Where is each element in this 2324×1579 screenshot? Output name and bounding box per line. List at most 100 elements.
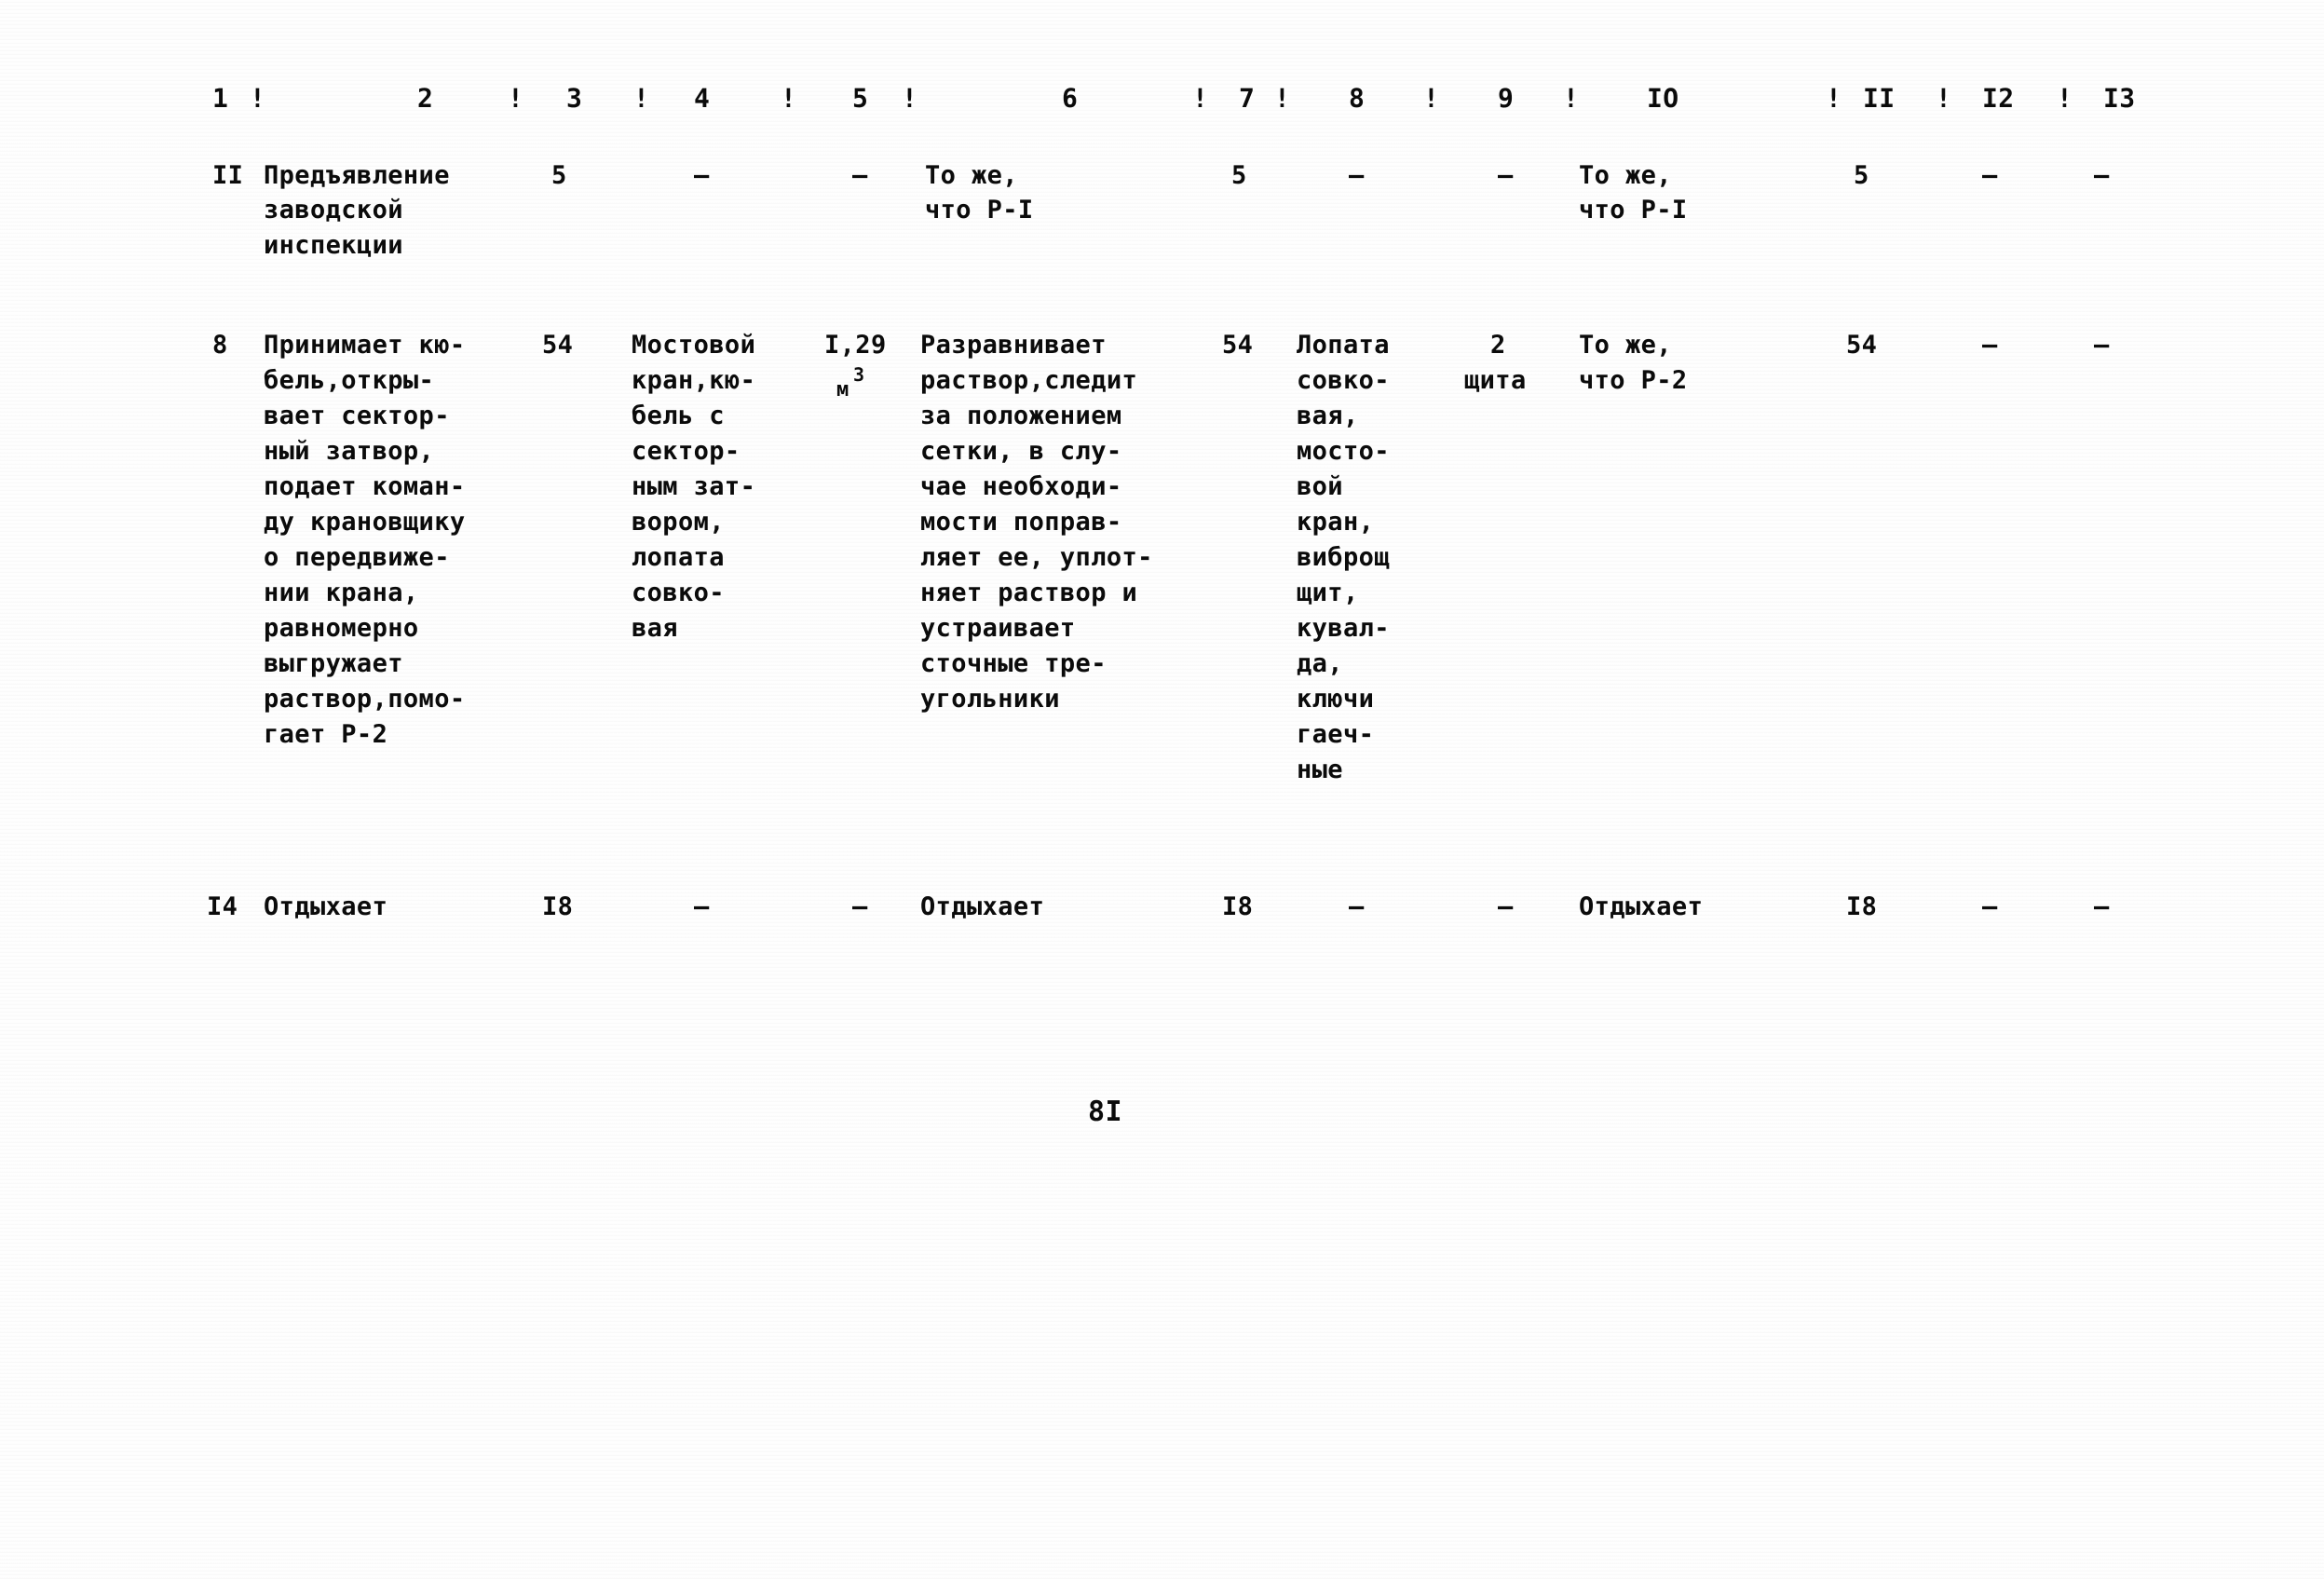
row-0-col-10-line-0: То же, [1579, 161, 1672, 190]
row-0-col-12: – [1982, 161, 1998, 190]
column-header-7: 7 [1239, 83, 1256, 114]
row-1-col-11: 54 [1846, 331, 1878, 360]
row-0-col-11: 5 [1854, 161, 1869, 190]
row-1-col-6-line-1: раствор,следит [920, 366, 1138, 395]
row-1-col-4-line-8: вая [632, 614, 678, 643]
row-0-col-1: II [212, 161, 244, 190]
row-1-col-2-line-6: о передвиже- [264, 543, 450, 572]
header-sep-10: ! [1826, 83, 1842, 114]
row-1-col-2-line-2: вает сектор- [264, 402, 450, 430]
row-1-col-8-line-3: мосто- [1297, 437, 1390, 466]
row-1-col-8-line-4: вой [1297, 472, 1343, 501]
column-header-1: 1 [212, 83, 229, 114]
row-1-col-8-line-6: виброщ [1297, 543, 1390, 572]
row-0-col-2-line-1: заводской [264, 196, 403, 225]
column-header-3: 3 [566, 83, 583, 114]
header-sep-7: ! [1274, 83, 1291, 114]
header-sep-8: ! [1423, 83, 1440, 114]
row-2-col-10-line-0: Отдыхает [1579, 892, 1704, 921]
row-1-col-6-line-10: угольники [920, 685, 1060, 714]
row-2-col-9: – [1498, 892, 1514, 921]
row-1-col-2-line-10: раствор,помо- [264, 685, 466, 714]
row-2-col-6-line-0: Отдыхает [920, 892, 1045, 921]
row-1-col-6-line-0: Разравнивает [920, 331, 1107, 360]
row-1-col-6-line-5: мости поправ- [920, 508, 1122, 537]
row-1-col-6-line-6: ляет ее, уплот- [920, 543, 1153, 572]
header-sep-4: ! [781, 83, 797, 114]
row-1-col-8-line-2: вая, [1297, 402, 1359, 430]
column-header-10: IO [1647, 83, 1679, 114]
header-sep-2: ! [508, 83, 524, 114]
row-2-col-13: – [2094, 892, 2110, 921]
header-sep-5: ! [902, 83, 918, 114]
row-1-col-6-line-4: чае необходи- [920, 472, 1122, 501]
row-0-col-5: – [852, 161, 868, 190]
row-1-col-6-line-3: сетки, в слу- [920, 437, 1122, 466]
row-1-col-10-line-1: что Р-2 [1579, 366, 1688, 395]
row-0-col-6-line-0: То же, [925, 161, 1018, 190]
row-1-col-4-line-1: кран,кю- [632, 366, 756, 395]
row-1-col-8-line-12: ные [1297, 755, 1343, 784]
row-1-col-2-line-11: гает Р-2 [264, 720, 388, 749]
column-header-6: 6 [1062, 83, 1079, 114]
row-1-col-10-line-0: То же, [1579, 331, 1672, 360]
row-2-col-2-line-0: Отдыхает [264, 892, 388, 921]
row-1-col-5-unit: м [836, 378, 849, 402]
row-1-col-6-line-9: сточные тре- [920, 649, 1107, 678]
row-1-col-2-line-7: нии крана, [264, 579, 419, 607]
row-1-col-4-line-4: ным зат- [632, 472, 756, 501]
row-2-col-4: – [694, 892, 710, 921]
column-header-5: 5 [852, 83, 869, 114]
row-0-col-3: 5 [551, 161, 567, 190]
row-1-col-2-line-4: подает коман- [264, 472, 466, 501]
row-1-col-9: 2 [1490, 331, 1506, 360]
row-1-col-5-unit-exponent: 3 [853, 363, 865, 386]
row-0-col-6-line-1: что Р-I [925, 196, 1034, 225]
row-1-col-8-line-10: ключи [1297, 685, 1375, 714]
row-0-col-10-line-1: что Р-I [1579, 196, 1688, 225]
row-2-col-1: I4 [207, 892, 238, 921]
row-1-col-9-unit: щита [1464, 366, 1527, 395]
row-1-col-8-line-7: щит, [1297, 579, 1359, 607]
column-header-12: I2 [1982, 83, 2015, 114]
column-header-4: 4 [694, 83, 711, 114]
column-header-13: I3 [2103, 83, 2136, 114]
column-header-9: 9 [1498, 83, 1515, 114]
header-sep-6: ! [1192, 83, 1209, 114]
row-0-col-13: – [2094, 161, 2110, 190]
page-number: 8I [1088, 1096, 1122, 1128]
header-sep-1: ! [250, 83, 266, 114]
row-0-col-4: – [694, 161, 710, 190]
row-1-col-4-line-7: совко- [632, 579, 725, 607]
row-1-col-2-line-5: ду крановщику [264, 508, 466, 537]
row-1-col-2-line-8: равномерно [264, 614, 419, 643]
row-1-col-4-line-5: вором, [632, 508, 725, 537]
row-1-col-13: – [2094, 331, 2110, 360]
row-2-col-12: – [1982, 892, 1998, 921]
row-1-col-12: – [1982, 331, 1998, 360]
row-0-col-9: – [1498, 161, 1514, 190]
row-1-col-4-line-6: лопата [632, 543, 725, 572]
column-header-11: II [1863, 83, 1896, 114]
column-header-8: 8 [1349, 83, 1366, 114]
row-1-col-6-line-8: устраивает [920, 614, 1076, 643]
row-1-col-8-line-11: гаеч- [1297, 720, 1375, 749]
row-1-col-7: 54 [1222, 331, 1254, 360]
header-sep-3: ! [633, 83, 650, 114]
row-1-col-4-line-3: сектор- [632, 437, 741, 466]
row-1-col-8-line-8: кувал- [1297, 614, 1390, 643]
row-1-col-2-line-9: выгружает [264, 649, 403, 678]
row-0-col-8: – [1349, 161, 1365, 190]
row-2-col-7: I8 [1222, 892, 1254, 921]
row-1-col-8-line-1: совко- [1297, 366, 1390, 395]
row-1-col-8-line-9: да, [1297, 649, 1343, 678]
row-1-col-8-line-0: Лопата [1297, 331, 1390, 360]
row-0-col-2-line-0: Предъявление [264, 161, 450, 190]
row-1-col-2-line-0: Принимает кю- [264, 331, 466, 360]
row-1-col-6-line-7: няет раствор и [920, 579, 1138, 607]
row-1-col-8-line-5: кран, [1297, 508, 1375, 537]
row-1-col-3: 54 [542, 331, 574, 360]
row-0-col-7: 5 [1231, 161, 1247, 190]
scanned-page: 1 ! 2 ! 3 ! 4 ! 5 ! 6 ! 7 ! 8 ! 9 ! IO !… [0, 0, 2324, 1579]
row-2-col-5: – [852, 892, 868, 921]
